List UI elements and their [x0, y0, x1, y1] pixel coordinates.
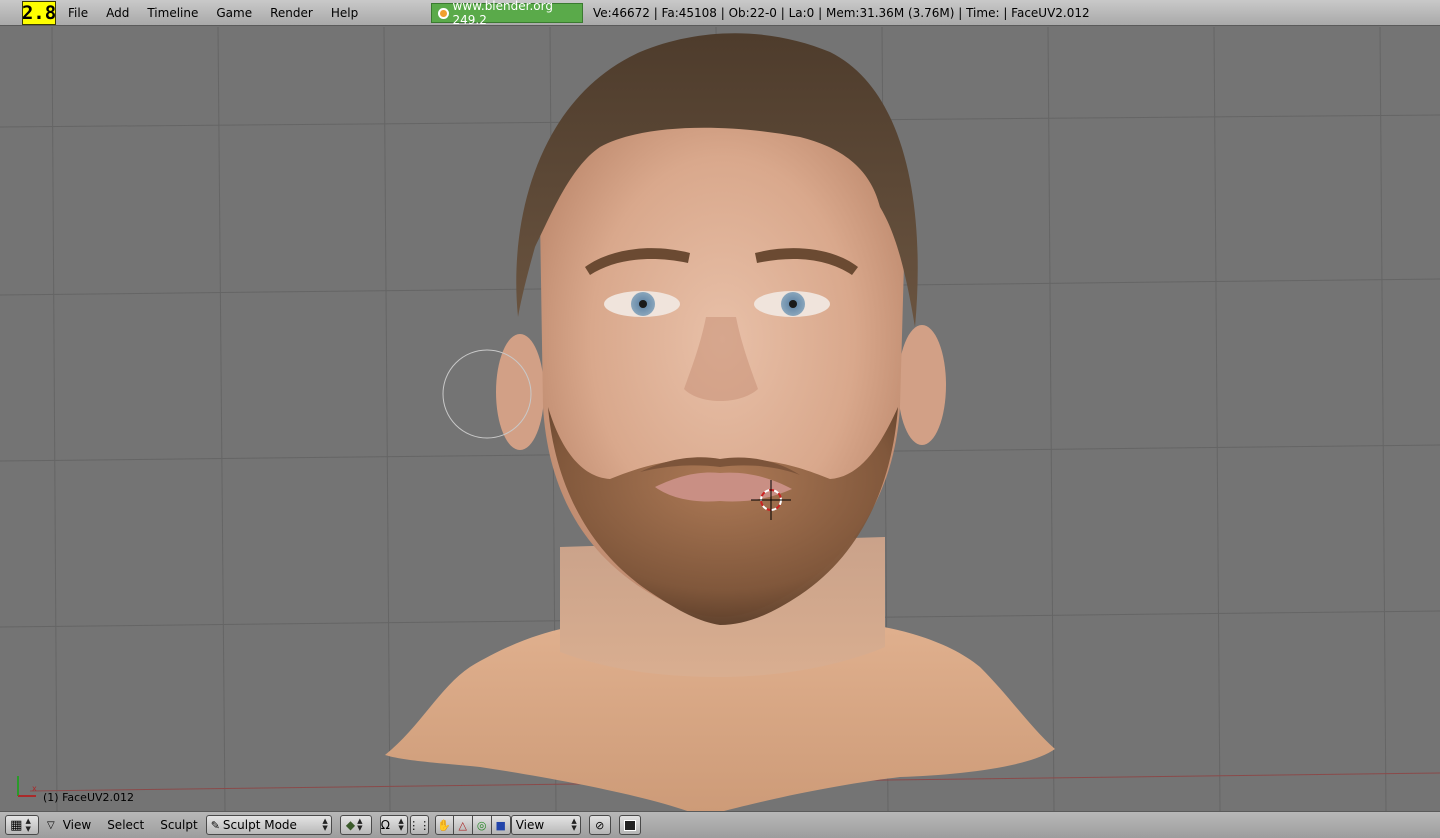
collapse-menu-icon[interactable]: ▽ — [47, 820, 55, 831]
snap-toggle[interactable]: ⋮⋮ — [408, 815, 431, 835]
sculpt-brush-icon: ✎ — [210, 818, 220, 832]
active-object-label: (1) FaceUV2.012 — [43, 791, 135, 804]
menu-render[interactable]: Render — [261, 0, 322, 26]
main-menu: File Add Timeline Game Render Help — [66, 0, 367, 26]
draw-type-select[interactable]: ◆ ▲ ▼ — [339, 815, 372, 835]
right-ear-mesh — [898, 325, 946, 445]
scene-stats: Ve:46672 | Fa:45108 | Ob:22-0 | La:0 | M… — [593, 6, 1090, 20]
viewport-canvas[interactable]: x — [0, 27, 1440, 811]
menu-add[interactable]: Add — [97, 0, 138, 26]
render-icon — [623, 819, 636, 831]
shading-solid-icon: ◆ — [345, 818, 356, 832]
orientation-select-value: View — [515, 818, 545, 832]
menu-timeline[interactable]: Timeline — [138, 0, 207, 26]
translate-manipulator[interactable]: △ — [453, 815, 473, 835]
mode-select[interactable]: ✎ Sculpt Mode ▲ ▼ — [205, 815, 332, 835]
snap-icon: ⋮⋮ — [408, 818, 431, 832]
ring-icon: ◎ — [476, 818, 487, 832]
manipulator-toggle[interactable]: ✋ — [434, 815, 454, 835]
layer-lock-toggle[interactable]: ⊘ — [588, 815, 611, 835]
scale-manipulator[interactable]: ■ — [491, 815, 511, 835]
magnet-icon: Ω — [380, 818, 390, 832]
link-icon: ⊘ — [595, 818, 605, 832]
editor-type-button[interactable]: ▦ ▲ ▼ — [5, 815, 39, 835]
menu-help[interactable]: Help — [322, 0, 367, 26]
version-text: www.blender.org 249.2 — [452, 0, 553, 27]
rotate-manipulator[interactable]: ◎ — [472, 815, 492, 835]
grid-icon: ▦ — [10, 817, 23, 833]
menu-select[interactable]: Select — [99, 812, 152, 838]
left-ear-mesh — [496, 334, 544, 450]
render-preview-button[interactable] — [618, 815, 641, 835]
menu-file[interactable]: File — [66, 0, 97, 26]
menu-view[interactable]: View — [55, 812, 99, 838]
menu-game[interactable]: Game — [207, 0, 261, 26]
3d-viewport[interactable]: x (1) FaceUV2.012 — [0, 27, 1440, 811]
orientation-select[interactable]: View ▲ ▼ — [510, 815, 581, 835]
version-badge[interactable]: www.blender.org 249.2 — [431, 0, 583, 27]
pivot-select[interactable]: Ω ▲ ▼ — [379, 815, 408, 835]
axis-gizmo-icon: x — [17, 776, 37, 797]
menu-sculpt[interactable]: Sculpt — [152, 812, 205, 838]
triangle-icon: △ — [458, 818, 467, 832]
3d-view-header: ▦ ▲ ▼ ▽ View Select Sculpt ✎ Sculpt Mode ▲… — [0, 811, 1440, 838]
blender-orb-icon — [438, 7, 449, 19]
mode-select-value: Sculpt Mode — [222, 818, 297, 832]
blender-logo-icon[interactable]: 2.8 — [22, 0, 56, 25]
info-header: 2.8 File Add Timeline Game Render Help w… — [0, 0, 1440, 27]
square-icon: ■ — [495, 818, 506, 832]
hand-icon: ✋ — [437, 818, 452, 832]
svg-text:x: x — [32, 784, 37, 793]
